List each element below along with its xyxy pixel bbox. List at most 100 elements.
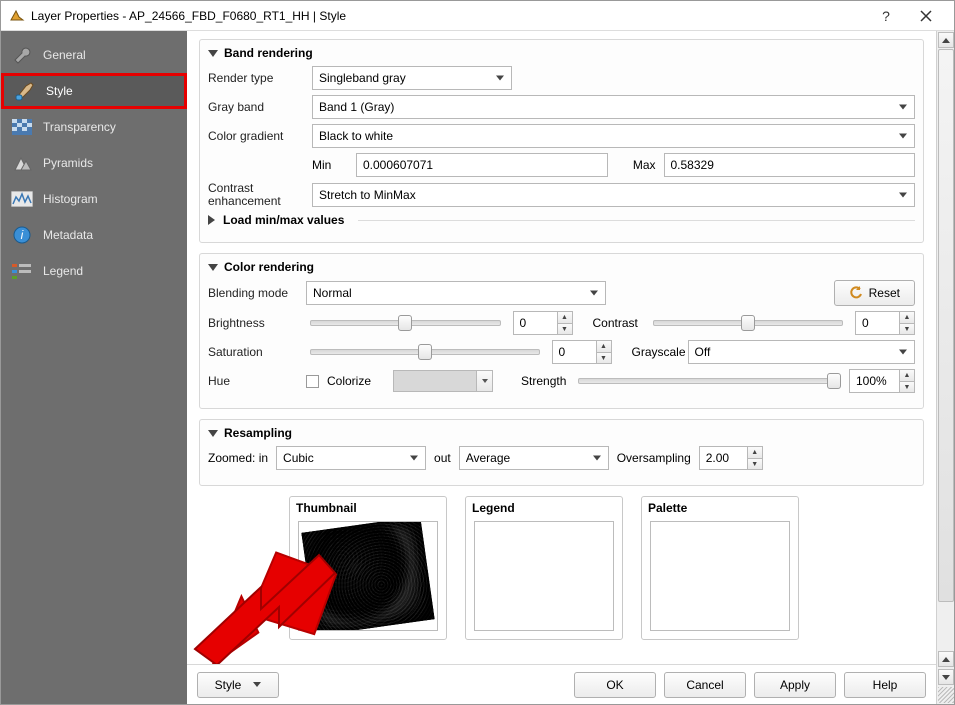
svg-text:i: i — [21, 228, 24, 242]
chevron-right-icon[interactable] — [208, 215, 215, 225]
label-palette: Palette — [642, 497, 798, 517]
blending-mode-select[interactable]: Normal — [306, 281, 606, 305]
label-oversampling: Oversampling — [617, 451, 691, 465]
label-gray-band: Gray band — [208, 100, 304, 114]
sidebar-item-histogram[interactable]: Histogram — [1, 181, 187, 217]
app-icon — [9, 8, 25, 24]
group-resampling: Resampling Zoomed: in Cubic out Average … — [199, 419, 924, 486]
sidebar-item-legend[interactable]: Legend — [1, 253, 187, 289]
group-title: Band rendering — [224, 46, 313, 60]
palette-preview — [650, 521, 790, 631]
sidebar-item-label: General — [43, 48, 86, 62]
label-hue: Hue — [208, 374, 298, 388]
legend-icon — [11, 261, 33, 281]
help-button[interactable]: ? — [866, 2, 906, 30]
sidebar-item-label: Histogram — [43, 192, 98, 206]
label-max: Max — [616, 158, 656, 172]
max-input[interactable] — [664, 153, 916, 177]
divider — [358, 220, 915, 221]
label-colorize: Colorize — [327, 374, 371, 388]
group-header[interactable]: Color rendering — [208, 260, 915, 274]
sidebar-item-label: Transparency — [43, 120, 116, 134]
window-title: Layer Properties - AP_24566_FBD_F0680_RT… — [31, 9, 866, 23]
sidebar: General Style Transparency Pyramids Hist… — [1, 31, 187, 704]
thumbnail-image — [298, 521, 438, 631]
label-grayscale: Grayscale — [620, 345, 680, 359]
chevron-down-icon — [208, 50, 218, 57]
label-legend: Legend — [466, 497, 622, 517]
group-title: Color rendering — [224, 260, 314, 274]
grayscale-select[interactable]: Off — [688, 340, 916, 364]
resize-grip[interactable] — [938, 687, 954, 703]
colorize-color-swatch[interactable] — [393, 370, 493, 392]
chevron-down-icon — [208, 430, 218, 437]
ok-button[interactable]: OK — [574, 672, 656, 698]
label-saturation: Saturation — [208, 345, 298, 359]
sidebar-item-style[interactable]: Style — [1, 73, 187, 109]
saturation-spin[interactable]: ▲▼ — [552, 340, 612, 364]
strength-spin[interactable]: ▲▼ — [849, 369, 915, 393]
apply-button[interactable]: Apply — [754, 672, 836, 698]
contrast-slider[interactable] — [653, 320, 844, 326]
wrench-icon — [11, 45, 33, 65]
scroll-up-step-button[interactable] — [938, 651, 954, 667]
vertical-scrollbar[interactable] — [936, 31, 954, 704]
thumbnail-panel: Thumbnail — [289, 496, 447, 640]
sidebar-item-transparency[interactable]: Transparency — [1, 109, 187, 145]
brightness-spin[interactable]: ▲▼ — [513, 311, 573, 335]
label-render-type: Render type — [208, 71, 304, 85]
close-button[interactable] — [906, 2, 946, 30]
zoomed-out-select[interactable]: Average — [459, 446, 609, 470]
zoomed-in-select[interactable]: Cubic — [276, 446, 426, 470]
button-bar: Style OK Cancel Apply Help — [187, 664, 936, 704]
sidebar-item-label: Legend — [43, 264, 83, 278]
label-blending-mode: Blending mode — [208, 286, 298, 300]
sidebar-item-label: Pyramids — [43, 156, 93, 170]
histogram-icon — [11, 189, 33, 209]
scroll-down-button[interactable] — [938, 669, 954, 685]
brightness-slider[interactable] — [310, 320, 501, 326]
label-contrast: Contrast — [581, 316, 641, 330]
label-brightness: Brightness — [208, 316, 298, 330]
pyramids-icon — [11, 153, 33, 173]
gray-band-select[interactable]: Band 1 (Gray) — [312, 95, 915, 119]
legend-panel: Legend — [465, 496, 623, 640]
sidebar-item-metadata[interactable]: i Metadata — [1, 217, 187, 253]
contrast-enhancement-select[interactable]: Stretch to MinMax — [312, 183, 915, 207]
min-input[interactable] — [356, 153, 608, 177]
info-icon: i — [11, 225, 33, 245]
color-gradient-select[interactable]: Black to white — [312, 124, 915, 148]
group-band-rendering: Band rendering Render type Singleband gr… — [199, 39, 924, 243]
label-thumbnail: Thumbnail — [290, 497, 446, 517]
label-min: Min — [312, 158, 348, 172]
label-zoomed-in: Zoomed: in — [208, 451, 268, 465]
colorize-checkbox[interactable] — [306, 375, 319, 388]
oversampling-spin[interactable]: ▲▼ — [699, 446, 763, 470]
cancel-button[interactable]: Cancel — [664, 672, 746, 698]
saturation-slider[interactable] — [310, 349, 540, 355]
sidebar-item-pyramids[interactable]: Pyramids — [1, 145, 187, 181]
sidebar-item-label: Metadata — [43, 228, 93, 242]
scrollbar-thumb[interactable] — [938, 49, 954, 602]
group-title: Resampling — [224, 426, 292, 440]
render-type-select[interactable]: Singleband gray — [312, 66, 512, 90]
reset-button[interactable]: Reset — [834, 280, 915, 306]
label-contrast-enhancement: Contrast enhancement — [208, 182, 304, 208]
strength-slider[interactable] — [578, 378, 837, 384]
label-color-gradient: Color gradient — [208, 129, 304, 143]
checkerboard-icon — [11, 117, 33, 137]
contrast-spin[interactable]: ▲▼ — [855, 311, 915, 335]
style-menu-button[interactable]: Style — [197, 672, 279, 698]
sidebar-item-general[interactable]: General — [1, 37, 187, 73]
label-out: out — [434, 451, 451, 465]
load-minmax-title[interactable]: Load min/max values — [223, 213, 344, 227]
brush-icon — [14, 81, 36, 101]
scroll-up-button[interactable] — [938, 32, 954, 48]
palette-panel: Palette — [641, 496, 799, 640]
group-header[interactable]: Resampling — [208, 426, 915, 440]
help-button[interactable]: Help — [844, 672, 926, 698]
reset-icon — [849, 286, 863, 300]
group-header[interactable]: Band rendering — [208, 46, 915, 60]
label-strength: Strength — [521, 374, 566, 388]
preview-row: Thumbnail Legend Palette — [199, 496, 924, 640]
